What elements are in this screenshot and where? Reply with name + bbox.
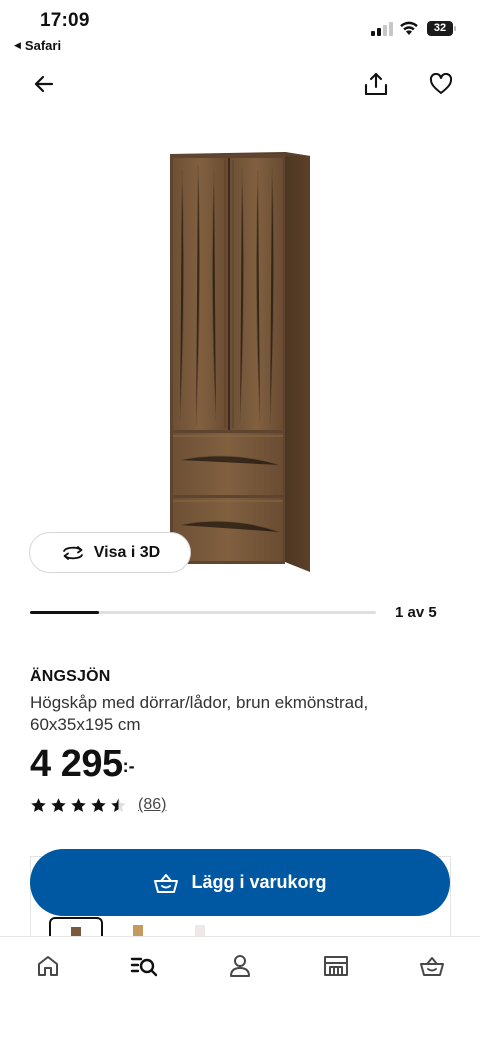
back-triangle-icon: ◀	[14, 40, 21, 50]
product-rating[interactable]: (86)	[30, 796, 166, 814]
search-list-icon	[130, 957, 158, 977]
rating-star-icon	[91, 797, 106, 812]
back-app-label: Safari	[24, 38, 62, 53]
product-description: Högskåp med dörrar/lådor, brun ekmönstra…	[30, 693, 369, 734]
heart-icon	[429, 73, 453, 94]
rotate-3d-icon	[62, 545, 83, 560]
favorite-button[interactable]	[421, 64, 461, 104]
share-button[interactable]	[356, 64, 396, 104]
share-icon	[364, 72, 388, 96]
price-amount: 4 295	[30, 743, 123, 785]
tab-cart[interactable]	[412, 949, 452, 983]
rating-star-icon	[71, 797, 86, 812]
basket-icon	[154, 873, 179, 893]
wifi-icon	[400, 21, 418, 35]
profile-icon	[230, 955, 250, 977]
review-count-link[interactable]: (86)	[138, 796, 166, 814]
tab-profile[interactable]	[220, 949, 260, 983]
battery-level: 32	[427, 21, 453, 36]
tab-home[interactable]	[28, 949, 68, 983]
rating-star-icon	[111, 797, 126, 812]
back-to-app-link[interactable]: ◀ Safari	[14, 38, 61, 53]
store-icon	[324, 956, 348, 976]
rating-star-icon	[31, 797, 46, 812]
view-3d-label: Visa i 3D	[93, 543, 161, 561]
product-name: ÄNGSJÖN	[30, 668, 111, 685]
home-icon	[38, 956, 58, 976]
product-price: 4 295 :-	[30, 742, 135, 786]
add-to-cart-label: Lägg i varukorg	[191, 872, 327, 892]
bottom-tab-bar	[0, 936, 480, 1039]
status-bar: 17:09 ◀ Safari 32	[0, 0, 480, 60]
carousel-progress	[30, 611, 376, 614]
carousel-progress-fill	[30, 611, 100, 614]
carousel-counter: 1 av 5	[395, 604, 437, 621]
back-button[interactable]	[24, 64, 64, 104]
arrow-left-icon	[34, 75, 54, 93]
add-to-cart-button[interactable]: Lägg i varukorg	[30, 849, 450, 916]
status-time: 17:09	[40, 10, 90, 31]
cellular-signal-icon	[371, 22, 393, 36]
tab-store[interactable]	[316, 949, 356, 983]
price-suffix: :-	[122, 756, 135, 776]
product-image[interactable]	[120, 140, 360, 590]
tab-search[interactable]	[124, 949, 164, 983]
battery-icon: 32	[427, 21, 457, 36]
rating-star-icon	[51, 797, 66, 812]
view-3d-button[interactable]: Visa i 3D	[29, 532, 191, 573]
basket-icon	[420, 957, 444, 976]
